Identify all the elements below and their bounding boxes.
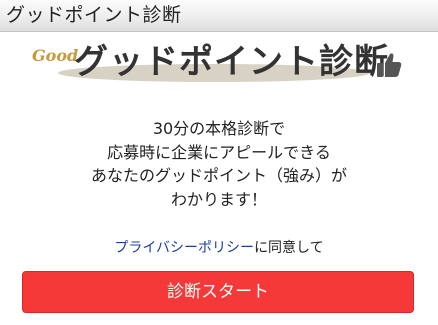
page: グッドポイント診断 Good グッドポイント診断 30分の本格診断で 応募時に企… — [0, 0, 438, 325]
window-title: グッドポイント診断 — [6, 4, 182, 26]
description-line: わかります！ — [170, 189, 267, 209]
logo-title: グッドポイント診断 — [74, 42, 389, 82]
logo-good-text: Good — [32, 46, 79, 65]
thumbs-up-icon — [377, 53, 402, 77]
privacy-consent: プライバシーポリシーに同意して — [0, 239, 438, 257]
description-line: 応募時に企業にアピールできる — [107, 142, 331, 162]
start-diagnosis-button[interactable]: 診断スタート — [22, 271, 414, 313]
privacy-consent-text: に同意して — [254, 240, 324, 256]
description-line: あなたのグッドポイント（強み）が — [90, 166, 347, 185]
logo: Good グッドポイント診断 — [28, 40, 410, 92]
title-bar: グッドポイント診断 — [0, 0, 438, 32]
description: 30分の本格診断で 応募時に企業にアピールできる あなたのグッドポイント（強み）… — [0, 117, 438, 211]
description-line: 30分の本格診断で — [152, 119, 286, 138]
privacy-policy-link[interactable]: プライバシーポリシー — [114, 240, 254, 256]
